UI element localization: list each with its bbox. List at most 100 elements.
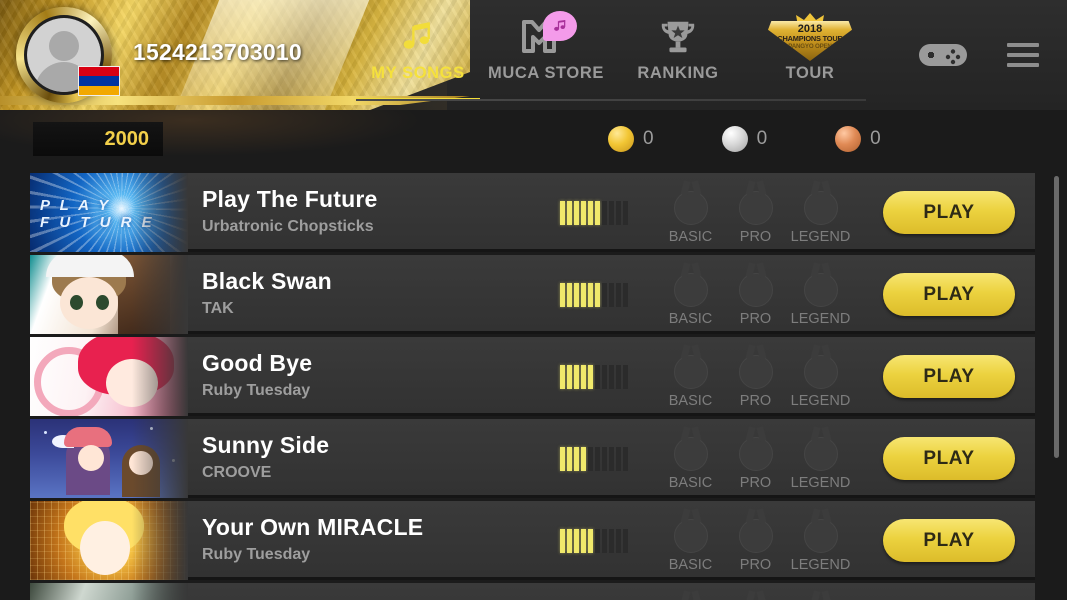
grade-slots: BASIC PRO LEGEND [658, 261, 853, 327]
song-title: Black Swan [202, 268, 332, 294]
currency-bar: 2000 0 0 0 [0, 110, 1067, 267]
grade-slot-pro: PRO [723, 179, 788, 245]
song-list[interactable]: P L A YF U T U R E Play The Future Urbatro… [0, 168, 1067, 600]
grade-slot-basic: BASIC [658, 425, 723, 491]
song-row[interactable]: Under The Double EBASICPROLEGENDPLAY [30, 583, 1035, 600]
silver-medal-icon [721, 126, 748, 152]
album-art [30, 255, 188, 334]
silver-medal-count: 0 [756, 128, 768, 149]
grade-slots: BASICPROLEGEND [658, 589, 853, 600]
medal-counter-bronze: 0 [835, 126, 881, 152]
grade-label: LEGEND [790, 393, 851, 409]
empty-medal-icon [803, 273, 838, 307]
grade-slot-pro: PRO [723, 589, 788, 600]
gold-medal-count: 0 [643, 128, 654, 149]
empty-medal-icon [738, 437, 773, 471]
song-row[interactable]: Good Bye Ruby Tuesday BASIC PRO LEGEND PLAY [30, 337, 1035, 416]
grade-label: LEGEND [790, 557, 851, 573]
empty-medal-icon [673, 437, 708, 471]
nav-baseline [356, 99, 866, 101]
song-row[interactable]: Your Own MIRACLE Ruby Tuesday BASIC PRO LEGE… [30, 501, 1035, 580]
grade-slot-pro: PRO [723, 343, 788, 409]
song-artist: Ruby Tuesday [202, 382, 311, 399]
empty-medal-icon [738, 355, 773, 389]
album-art [30, 337, 188, 416]
empty-medal-icon [803, 519, 838, 553]
grade-label: PRO [739, 475, 772, 491]
grade-slot-pro: PRO [723, 507, 788, 573]
album-art [30, 501, 188, 580]
medal-counter-gold: 0 [608, 126, 654, 152]
grade-slot-basic: BASIC [658, 179, 723, 245]
tab-ranking-label: RANKING [637, 64, 719, 82]
difficulty-meter [560, 447, 628, 471]
play-button[interactable]: PLAY [883, 191, 1015, 234]
song-row[interactable]: Sunny Side CROOVE BASIC PRO LEGEND PLAY [30, 419, 1035, 498]
user-profile[interactable]: 1524213703010 [0, 0, 350, 110]
grade-slot-legend: LEGEND [788, 425, 853, 491]
empty-medal-icon [803, 191, 838, 225]
song-row[interactable]: P L A YF U T U R E Play The Future Urbatro… [30, 173, 1035, 252]
tab-muca-store[interactable]: MUCA STORE [480, 0, 612, 110]
grade-label: LEGEND [790, 229, 851, 245]
song-row[interactable]: Black Swan TAK BASIC PRO LEGEND PLAY [30, 255, 1035, 334]
grade-label: BASIC [668, 311, 713, 327]
gold-medal-icon [608, 126, 634, 152]
tab-muca-store-label: MUCA STORE [487, 64, 604, 82]
difficulty-meter [560, 365, 628, 389]
header-actions [917, 0, 1067, 110]
medal-counters: 0 0 0 [608, 110, 949, 168]
empty-medal-icon [738, 519, 773, 553]
play-button-label: PLAY [923, 283, 975, 305]
empty-medal-icon [673, 519, 708, 553]
tab-tour[interactable]: 2018 CHAMPIONS TOUR PANGYO OPEN TOUR [744, 0, 876, 110]
grade-label: PRO [739, 557, 772, 573]
album-art: P L A YF U T U R E [30, 173, 188, 252]
app-header: 1524213703010 MY SONGS MUCA STORE RANKIN… [0, 0, 1067, 110]
play-button[interactable]: PLAY [883, 437, 1015, 480]
tab-my-songs[interactable]: MY SONGS [356, 0, 480, 110]
currency-box: 2000 [33, 122, 163, 156]
grade-label: PRO [739, 311, 772, 327]
grade-slot-legend: LEGEND [788, 343, 853, 409]
gamepad-icon[interactable] [917, 38, 969, 72]
empty-medal-icon [738, 191, 773, 225]
muca-logo-icon [519, 11, 577, 60]
song-title: Good Bye [202, 350, 313, 376]
tab-my-songs-label: MY SONGS [371, 64, 465, 82]
list-scrollbar[interactable] [1054, 176, 1059, 458]
play-button[interactable]: PLAY [883, 519, 1015, 562]
medal-counter-silver: 0 [721, 126, 768, 152]
grade-slot-pro: PRO [723, 425, 788, 491]
empty-medal-icon [673, 273, 708, 307]
grade-slot-basic: BASIC [658, 261, 723, 327]
game-app-screen: 1524213703010 MY SONGS MUCA STORE RANKIN… [0, 0, 1067, 600]
chat-bubble-icon [543, 11, 577, 41]
album-art [30, 419, 188, 498]
song-artist: CROOVE [202, 464, 272, 481]
empty-medal-icon [673, 355, 708, 389]
grade-slot-legend: LEGEND [788, 507, 853, 573]
tour-badge-icon: 2018 CHAMPIONS TOUR PANGYO OPEN [762, 13, 858, 61]
bronze-medal-icon [835, 126, 862, 152]
tab-ranking[interactable]: RANKING [612, 0, 744, 110]
grade-slot-legend: LEGEND [788, 261, 853, 327]
song-artist: Ruby Tuesday [202, 546, 311, 563]
play-button[interactable]: PLAY [883, 273, 1015, 316]
play-button-label: PLAY [923, 365, 975, 387]
grade-label: LEGEND [790, 311, 851, 327]
song-title: Your Own MIRACLE [202, 514, 424, 540]
difficulty-meter [560, 529, 628, 553]
main-navigation: MY SONGS MUCA STORE RANKING 2018 CHAMPIO… [356, 0, 876, 110]
empty-medal-icon [738, 273, 773, 307]
song-artist: Urbatronic Chopsticks [202, 218, 374, 235]
bronze-medal-count: 0 [870, 128, 881, 149]
tour-title: CHAMPIONS TOUR [777, 34, 843, 43]
grade-slot-legend: LEGEND [788, 179, 853, 245]
play-button[interactable]: PLAY [883, 355, 1015, 398]
music-note-icon [401, 14, 435, 60]
hamburger-menu-icon[interactable] [1007, 43, 1039, 67]
grade-label: BASIC [668, 475, 713, 491]
user-id-label: 1524213703010 [133, 39, 302, 65]
grade-slots: BASICPROLEGEND [658, 507, 853, 573]
